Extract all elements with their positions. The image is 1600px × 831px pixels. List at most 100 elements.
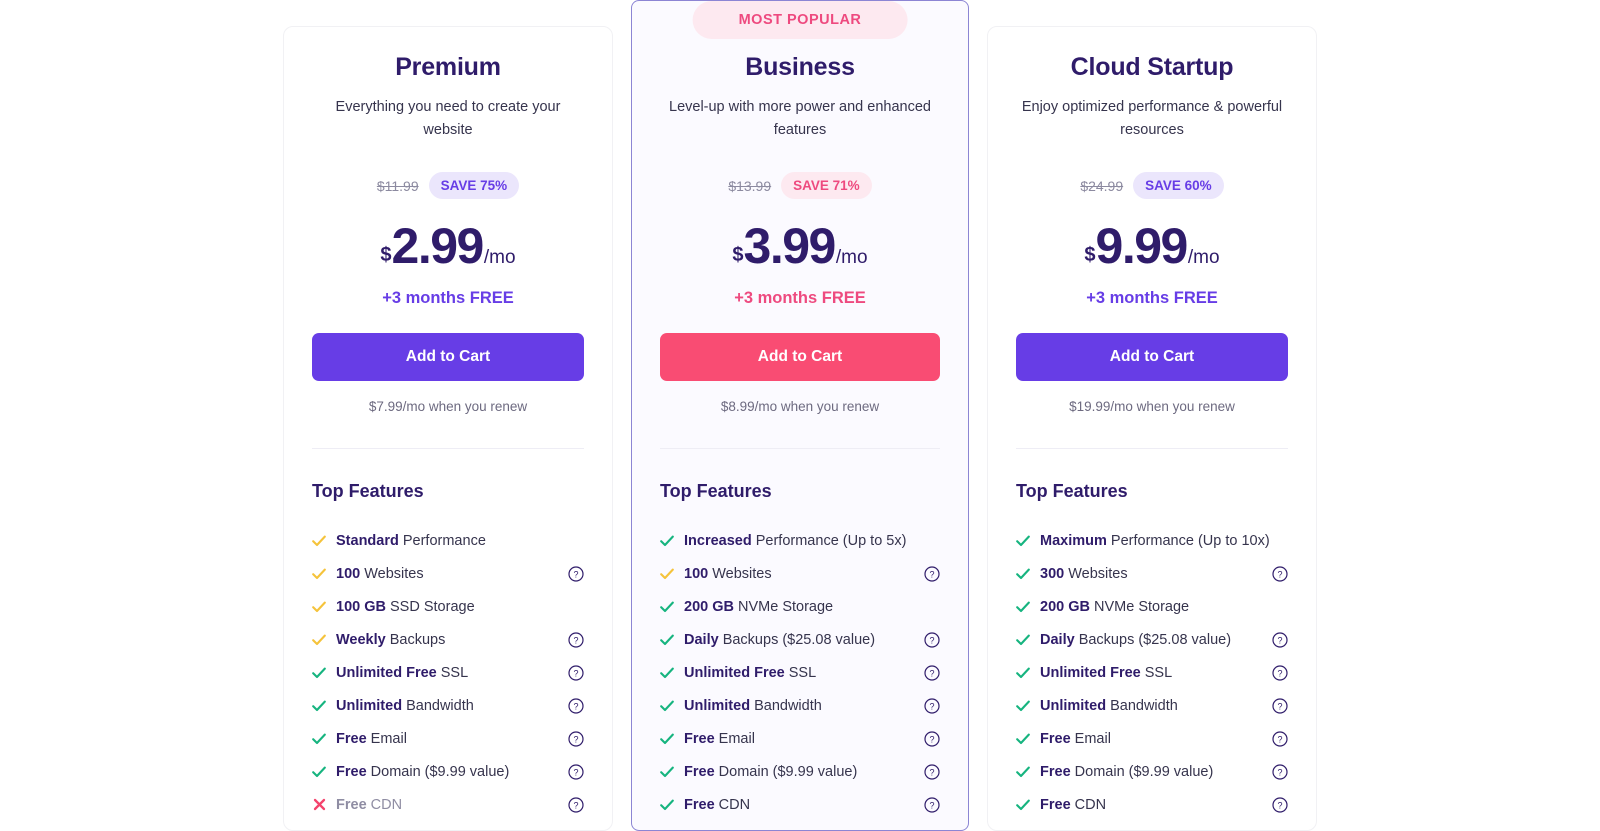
check-green-icon [1016,733,1030,745]
help-tooltip-icon[interactable]: ? [568,731,584,747]
help-tooltip-icon[interactable]: ? [568,698,584,714]
check-yellow-icon [660,568,674,580]
svg-text:?: ? [1277,635,1282,645]
free-months-note: +3 months FREE [1086,289,1218,308]
add-to-cart-button[interactable]: Add to Cart [660,333,940,382]
pricing-card-business: MOST POPULAR Business Level-up with more p… [631,0,969,831]
help-tooltip-icon[interactable]: ? [568,764,584,780]
feature-label-rest: Performance [398,532,486,549]
help-tooltip-icon[interactable]: ? [568,632,584,648]
help-tooltip-icon[interactable]: ? [568,797,584,813]
original-price: $24.99 [1080,177,1124,194]
check-green-icon [1016,700,1030,712]
check-green-icon [660,535,674,547]
feature-row: Free Domain ($9.99 value)? [1016,755,1288,788]
feature-label-strong: Unlimited Free [336,664,437,681]
save-badge: SAVE 71% [781,172,872,200]
svg-text:?: ? [573,668,578,678]
feature-label-strong: Free [1040,763,1071,780]
price-amount: 9.99 [1095,218,1189,275]
feature-row: Dedicated IP Address? [1016,821,1288,831]
help-tooltip-icon[interactable]: ? [924,731,940,747]
feature-label-rest: CDN [714,796,751,813]
help-tooltip-icon[interactable]: ? [1272,731,1288,747]
current-price: $9.99/mo [1016,221,1288,271]
feature-label: Unlimited Bandwidth [684,698,914,714]
add-to-cart-button[interactable]: Add to Cart [1016,333,1288,382]
svg-text:?: ? [573,635,578,645]
feature-label-strong: Free [684,730,715,747]
help-tooltip-icon[interactable]: ? [1272,764,1288,780]
feature-label-strong: Unlimited [684,697,751,714]
check-green-icon [660,700,674,712]
check-green-icon [1016,799,1030,811]
help-tooltip-icon[interactable]: ? [1272,632,1288,648]
feature-label-strong: Unlimited Free [1040,664,1141,681]
help-tooltip-icon[interactable]: ? [1272,797,1288,813]
feature-label-rest: Domain ($9.99 value) [1070,763,1214,780]
check-green-icon [660,766,674,778]
help-tooltip-icon[interactable]: ? [924,764,940,780]
feature-row: Free Email? [660,722,940,755]
svg-text:?: ? [573,767,578,777]
feature-label-rest: SSL [1140,664,1173,681]
feature-label-rest: Bandwidth [1106,697,1178,714]
feature-label-rest: Performance (Up to 10x) [1106,532,1270,549]
check-yellow-icon [312,568,326,580]
help-tooltip-icon[interactable]: ? [1272,698,1288,714]
svg-text:?: ? [1277,767,1282,777]
feature-label: Unlimited Bandwidth [336,698,558,714]
feature-label-strong: Unlimited [336,697,403,714]
help-tooltip-icon[interactable]: ? [1272,665,1288,681]
check-green-icon [1016,601,1030,613]
check-green-icon [312,667,326,679]
feature-label-rest: Websites [708,565,772,582]
help-icon-spacer [924,599,940,615]
plan-name: Premium [395,53,501,81]
help-tooltip-icon[interactable]: ? [568,566,584,582]
feature-label-strong: Maximum [1040,532,1107,549]
check-green-icon [1016,568,1030,580]
help-tooltip-icon[interactable]: ? [924,698,940,714]
feature-label: Unlimited Bandwidth [1040,698,1262,714]
feature-label: Free Email [1040,731,1262,747]
help-tooltip-icon[interactable]: ? [924,632,940,648]
feature-label: 100 Websites [336,566,558,582]
help-tooltip-icon[interactable]: ? [568,665,584,681]
feature-label: Free Domain ($9.99 value) [684,764,914,780]
help-tooltip-icon[interactable]: ? [924,797,940,813]
feature-label-strong: Free [684,796,715,813]
feature-label: 100 GB SSD Storage [336,599,558,615]
pricing-card-cloud-startup: Cloud Startup Enjoy optimized performance… [987,26,1317,831]
svg-text:?: ? [1277,734,1282,744]
feature-row: Free CDN? [660,788,940,821]
price-period: /mo [483,247,516,269]
currency-symbol: $ [732,244,744,267]
feature-label-rest: CDN [1070,796,1107,813]
plan-description: Level-up with more power and enhanced fe… [669,99,931,139]
feature-label-strong: 300 [1040,565,1065,582]
feature-row: Weekly Backups? [312,623,584,656]
svg-text:?: ? [1277,701,1282,711]
price-amount: 2.99 [391,218,485,275]
feature-label-strong: Increased [684,532,752,549]
help-tooltip-icon[interactable]: ? [924,665,940,681]
currency-symbol: $ [1084,244,1096,267]
help-tooltip-icon[interactable]: ? [924,566,940,582]
feature-label-strong: Daily [684,631,719,648]
feature-label-strong: 200 GB [1040,598,1090,615]
add-to-cart-button[interactable]: Add to Cart [312,333,584,382]
help-icon-spacer [568,599,584,615]
check-green-icon [660,799,674,811]
svg-text:?: ? [573,701,578,711]
feature-label: Weekly Backups [336,632,558,648]
help-icon-spacer [1280,533,1296,549]
feature-label: Free CDN [1040,797,1262,813]
section-divider [312,448,584,450]
check-green-icon [660,634,674,646]
savings-row: $11.99 SAVE 75% [312,172,584,200]
current-price: $2.99/mo [312,221,584,271]
help-tooltip-icon[interactable]: ? [1272,566,1288,582]
pricing-plans-container: Premium Everything you need to create you… [0,0,1600,831]
check-green-icon [660,601,674,613]
